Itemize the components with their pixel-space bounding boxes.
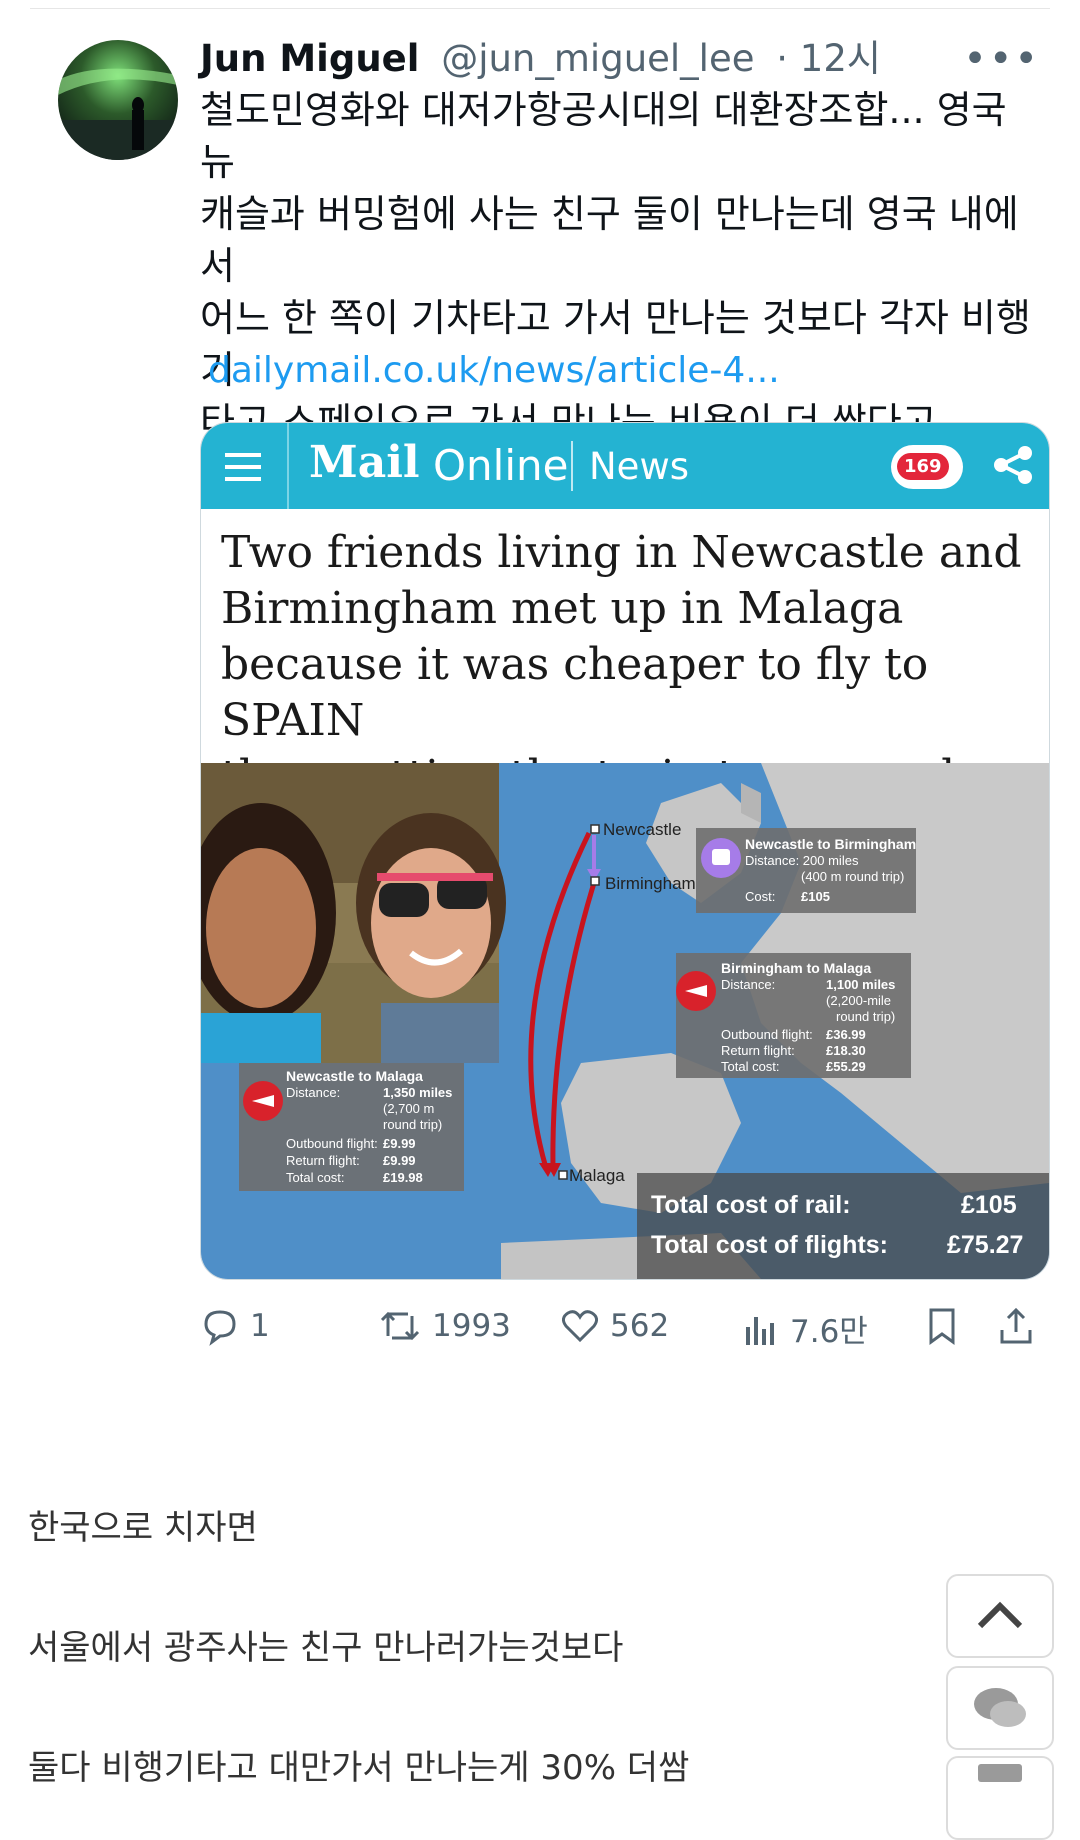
header-separator bbox=[571, 441, 573, 491]
nm-box-total: £19.98 bbox=[383, 1170, 423, 1185]
nm-box-distance: 1,350 miles bbox=[383, 1085, 452, 1100]
tweet-time[interactable]: · 12시 bbox=[776, 37, 881, 80]
list-icon bbox=[978, 1764, 1022, 1782]
online-logo: Online bbox=[433, 441, 569, 490]
bar-chart-icon bbox=[746, 1316, 774, 1345]
city-birmingham: Birmingham bbox=[605, 874, 696, 893]
mailonline-header: Mail Online News 169 bbox=[201, 423, 1049, 509]
bm-box-round-trip-1: (2,200-mile bbox=[826, 993, 891, 1008]
rail-info-box: Newcastle to Birmingham Distance: 200 mi… bbox=[696, 828, 916, 913]
share-icon bbox=[994, 446, 1032, 484]
bm-box-distance-label: Distance: bbox=[721, 977, 775, 992]
nm-box-return: £9.99 bbox=[383, 1153, 416, 1168]
city-newcastle: Newcastle bbox=[603, 820, 681, 839]
total-rail-value: £105 bbox=[961, 1191, 1017, 1219]
avatar[interactable] bbox=[58, 40, 178, 160]
like-count: 562 bbox=[610, 1308, 670, 1344]
author-name[interactable]: Jun Miguel bbox=[200, 37, 419, 80]
more-dots-icon[interactable]: ••• bbox=[963, 36, 1040, 82]
views-count: 7.6만 bbox=[790, 1314, 868, 1350]
comment-line-2: 서울에서 광주사는 친구 만나러가는것보다 bbox=[28, 1628, 624, 1668]
reply-icon bbox=[204, 1310, 236, 1346]
nm-box-outbound-label: Outbound flight: bbox=[286, 1136, 378, 1151]
top-divider bbox=[30, 8, 1050, 9]
nm-box-outbound: £9.99 bbox=[383, 1136, 416, 1151]
upload-share-icon bbox=[1000, 1307, 1032, 1344]
bm-box-distance: 1,100 miles bbox=[826, 977, 895, 992]
rail-box-title: Newcastle to Birmingham bbox=[745, 836, 916, 852]
author-handle[interactable]: @jun_miguel_lee bbox=[441, 37, 754, 80]
nm-box-return-label: Return flight: bbox=[286, 1153, 360, 1168]
views-button[interactable]: 7.6만 bbox=[740, 1306, 868, 1351]
heart-icon bbox=[561, 1310, 599, 1343]
reply-count: 1 bbox=[250, 1308, 270, 1344]
total-rail-label: Total cost of rail: bbox=[651, 1191, 851, 1219]
bm-box-return: £18.30 bbox=[826, 1043, 866, 1058]
bham-malaga-info-box: Birmingham to Malaga Distance: 1,100 mil… bbox=[676, 953, 911, 1078]
friends-photo bbox=[201, 763, 506, 1063]
nm-box-title: Newcastle to Malaga bbox=[286, 1068, 423, 1084]
share-button[interactable] bbox=[996, 1306, 1046, 1346]
bm-box-total-label: Total cost: bbox=[721, 1059, 780, 1074]
total-flights-label: Total cost of flights: bbox=[651, 1231, 888, 1259]
bm-box-outbound-label: Outbound flight: bbox=[721, 1027, 813, 1042]
nm-box-total-label: Total cost: bbox=[286, 1170, 345, 1185]
link-preview-card[interactable]: Mail Online News 169 Two friends living … bbox=[200, 422, 1050, 1280]
bm-box-return-label: Return flight: bbox=[721, 1043, 795, 1058]
rail-box-cost-label: Cost: bbox=[745, 889, 775, 904]
bm-box-title: Birmingham to Malaga bbox=[721, 960, 871, 976]
comment-bubble-icon: 169 bbox=[891, 445, 963, 489]
retweet-button[interactable]: 1993 bbox=[378, 1306, 511, 1346]
tweet-text: 철도민영화와 대저가항공시대의 대환장조합... 영국 뉴 캐슬과 버밍험에 사… bbox=[200, 88, 1031, 444]
comment-line-1: 한국으로 치자면 bbox=[28, 1508, 258, 1548]
bm-box-outbound: £36.99 bbox=[826, 1027, 866, 1042]
list-button[interactable] bbox=[946, 1756, 1054, 1840]
city-malaga: Malaga bbox=[569, 1166, 625, 1185]
scroll-top-button[interactable] bbox=[946, 1574, 1054, 1658]
ncl-malaga-info-box: Newcastle to Malaga Distance: 1,350 mile… bbox=[239, 1063, 464, 1191]
rail-box-distance: Distance: 200 miles bbox=[745, 853, 859, 868]
rail-box-round-trip: (400 m round trip) bbox=[801, 869, 904, 884]
tweet-header: Jun Miguel @jun_miguel_lee · 12시 bbox=[200, 36, 881, 82]
rail-box-cost: £105 bbox=[801, 889, 830, 904]
bookmark-button[interactable] bbox=[922, 1306, 972, 1346]
comment-line-3: 둘다 비행기타고 대만가서 만나는게 30% 더쌈 bbox=[28, 1748, 690, 1788]
chat-bubble-icon bbox=[974, 1688, 1026, 1727]
bookmark-icon bbox=[929, 1308, 955, 1345]
total-flights-value: £75.27 bbox=[947, 1231, 1023, 1259]
totals-box: Total cost of rail: £105 Total cost of f… bbox=[637, 1173, 1049, 1279]
nm-box-distance-label: Distance: bbox=[286, 1085, 340, 1100]
comments-button[interactable] bbox=[946, 1666, 1054, 1750]
reply-button[interactable]: 1 bbox=[200, 1306, 270, 1346]
comment-count: 169 bbox=[897, 453, 949, 480]
tweet-actions: 1 1993 562 7.6만 bbox=[200, 1300, 1048, 1360]
chevron-up-icon bbox=[977, 1601, 1023, 1629]
nm-box-round-trip-2: round trip) bbox=[383, 1117, 442, 1132]
article-link[interactable]: dailymail.co.uk/news/article-4... bbox=[208, 350, 780, 391]
retweet-icon bbox=[380, 1311, 420, 1341]
retweet-count: 1993 bbox=[432, 1308, 511, 1344]
nm-box-round-trip-1: (2,700 m bbox=[383, 1101, 434, 1116]
bm-box-round-trip-2: round trip) bbox=[836, 1009, 895, 1024]
mail-logo: Mail bbox=[309, 437, 420, 488]
article-infographic: Newcastle Birmingham Malaga Newcastle to… bbox=[201, 763, 1049, 1279]
bm-box-total: £55.29 bbox=[826, 1059, 866, 1074]
hamburger-menu-icon bbox=[201, 423, 289, 509]
like-button[interactable]: 562 bbox=[560, 1306, 669, 1346]
section-name: News bbox=[589, 445, 689, 488]
